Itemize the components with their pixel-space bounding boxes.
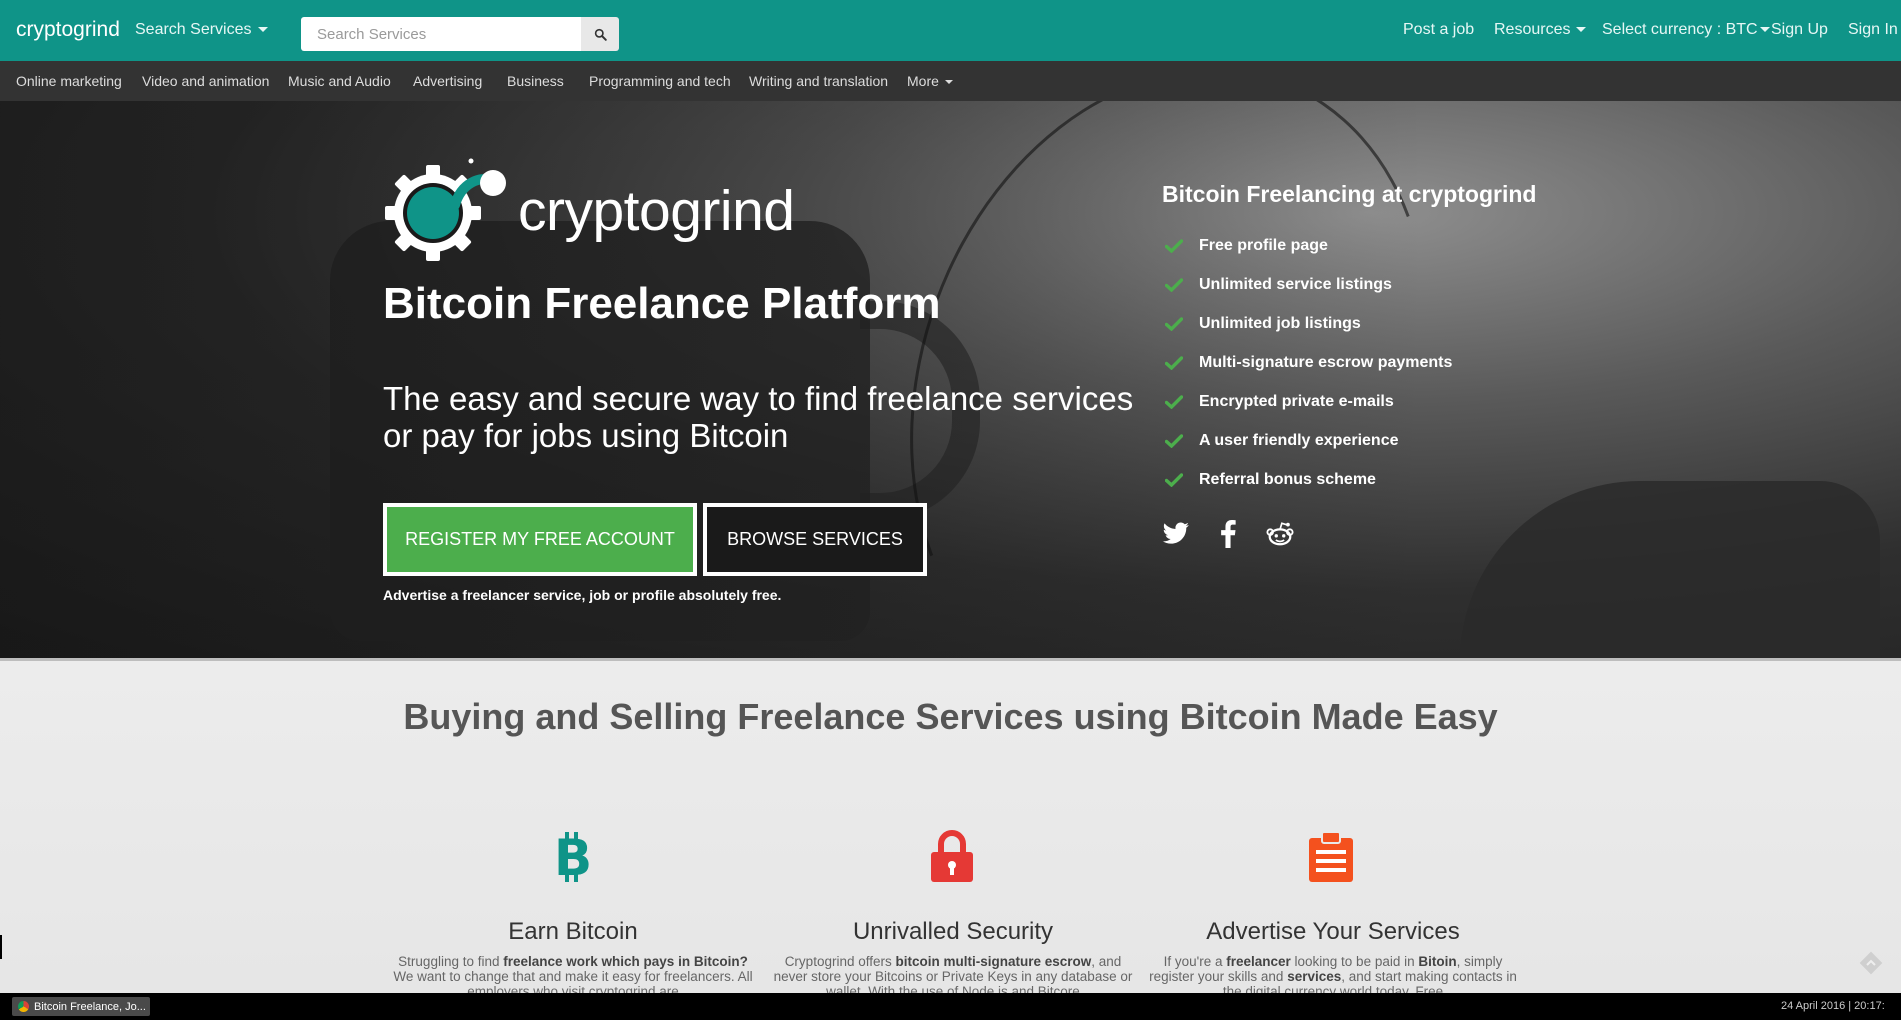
card-text-bold: freelancer [1226, 954, 1291, 969]
category-video-animation[interactable]: Video and animation [142, 73, 269, 89]
feature-item: A user friendly experience [1165, 421, 1452, 460]
brand-link[interactable]: cryptogrind [16, 18, 120, 42]
top-navbar: cryptogrind Search Services Post a job R… [0, 0, 1901, 61]
card-text-part: looking to be paid in [1290, 954, 1419, 969]
card-text-bold: services [1287, 969, 1342, 984]
feature-label: Encrypted private e-mails [1199, 392, 1394, 410]
category-bar: Online marketing Video and animation Mus… [0, 61, 1901, 101]
check-icon [1165, 355, 1185, 370]
reddit-icon[interactable] [1266, 520, 1294, 548]
feature-item: Unlimited service listings [1165, 265, 1452, 304]
feature-label: Referral bonus scheme [1199, 470, 1376, 488]
mouse-cursor [0, 935, 2, 959]
card-text-bold: bitcoin multi-signature escrow [895, 954, 1092, 969]
feature-item: Encrypted private e-mails [1165, 382, 1452, 421]
card-text-part: We want to change that and make it easy … [393, 969, 753, 993]
feature-label: Free profile page [1199, 236, 1328, 254]
bitcoin-icon: B [543, 827, 603, 887]
search-services-dropdown[interactable]: Search Services [135, 21, 268, 39]
currency-dropdown[interactable]: Select currency : BTC [1602, 21, 1770, 39]
feature-item: Unlimited job listings [1165, 304, 1452, 343]
features-list: Free profile page Unlimited service list… [1165, 226, 1452, 499]
section-title: Buying and Selling Freelance Services us… [403, 696, 1498, 737]
sign-up-link[interactable]: Sign Up [1771, 21, 1828, 39]
currency-label: Select currency : BTC [1602, 21, 1758, 38]
card-title: Unrivalled Security [852, 918, 1054, 945]
facebook-icon[interactable] [1214, 520, 1242, 548]
card-text-bold: Bitoin [1418, 954, 1457, 969]
card-text: Cryptogrind offers bitcoin multi-signatu… [768, 954, 1138, 993]
check-icon [1165, 433, 1185, 448]
category-more-label: More [907, 73, 939, 89]
os-taskbar: Bitcoin Freelance, Jo... 24 April 2016 |… [0, 993, 1901, 1020]
social-links [1162, 520, 1294, 548]
category-business[interactable]: Business [507, 73, 564, 89]
feature-label: A user friendly experience [1199, 431, 1399, 449]
search-icon [594, 28, 607, 41]
card-text-part: Struggling to find [398, 954, 504, 969]
check-icon [1165, 238, 1185, 253]
caret-down-icon [1759, 27, 1770, 33]
card-text-part: Cryptogrind offers [784, 954, 896, 969]
search-button[interactable] [581, 17, 619, 51]
category-programming-tech[interactable]: Programming and tech [589, 73, 731, 89]
register-button[interactable]: REGISTER MY FREE ACCOUNT [383, 503, 697, 576]
scroll-to-top-icon[interactable] [1858, 950, 1884, 976]
features-section: Buying and Selling Freelance Services us… [0, 658, 1901, 993]
browse-services-button[interactable]: BROWSE SERVICES [703, 503, 927, 576]
logo-wordmark: cryptogrind [518, 179, 795, 243]
check-icon [1165, 472, 1185, 487]
feature-label: Unlimited service listings [1199, 275, 1392, 293]
caret-down-icon [944, 80, 953, 85]
caret-down-icon [1576, 27, 1587, 33]
cryptogrind-logo-icon [385, 158, 506, 261]
card-text-part: If you're a [1163, 954, 1227, 969]
category-music-audio[interactable]: Music and Audio [288, 73, 391, 89]
hero-title: Bitcoin Freelance Platform [383, 279, 941, 328]
lock-icon [922, 827, 982, 887]
svg-text:B: B [554, 831, 592, 883]
feature-label: Multi-signature escrow payments [1199, 353, 1453, 371]
feature-label: Unlimited job listings [1199, 314, 1361, 332]
category-more-dropdown[interactable]: More [907, 73, 953, 89]
feature-item: Multi-signature escrow payments [1165, 343, 1452, 382]
card-title: Advertise Your Services [1206, 918, 1460, 945]
taskbar-window-button[interactable]: Bitcoin Freelance, Jo... [12, 997, 150, 1016]
resources-dropdown[interactable]: Resources [1494, 21, 1587, 39]
taskbar-clock: 24 April 2016 | 20:17: [1781, 1000, 1885, 1012]
check-icon [1165, 277, 1185, 292]
feature-item: Referral bonus scheme [1165, 460, 1452, 499]
resources-label: Resources [1494, 21, 1571, 38]
taskbar-window-title: Bitcoin Freelance, Jo... [34, 1000, 146, 1013]
category-online-marketing[interactable]: Online marketing [16, 73, 122, 89]
category-writing-translation[interactable]: Writing and translation [749, 73, 888, 89]
clipboard-icon [1301, 827, 1361, 887]
search-services-label: Search Services [135, 21, 252, 38]
chrome-icon [18, 1001, 29, 1012]
hero-subtitle: The easy and secure way to find freelanc… [383, 380, 1134, 454]
feature-item: Free profile page [1165, 226, 1452, 265]
category-advertising[interactable]: Advertising [413, 73, 482, 89]
card-text-bold: freelance work which pays in Bitcoin? [503, 954, 748, 969]
search-input[interactable] [301, 17, 581, 51]
sign-in-link[interactable]: Sign In [1848, 21, 1898, 39]
twitter-icon[interactable] [1162, 520, 1190, 548]
features-heading: Bitcoin Freelancing at cryptogrind [1162, 181, 1537, 207]
card-title: Earn Bitcoin [508, 918, 638, 945]
check-icon [1165, 394, 1185, 409]
check-icon [1165, 316, 1185, 331]
hero-note: Advertise a freelancer service, job or p… [383, 587, 782, 603]
caret-down-icon [257, 27, 268, 33]
card-text: If you're a freelancer looking to be pai… [1148, 954, 1518, 993]
card-text: Struggling to find freelance work which … [388, 954, 758, 993]
post-job-link[interactable]: Post a job [1403, 21, 1474, 39]
